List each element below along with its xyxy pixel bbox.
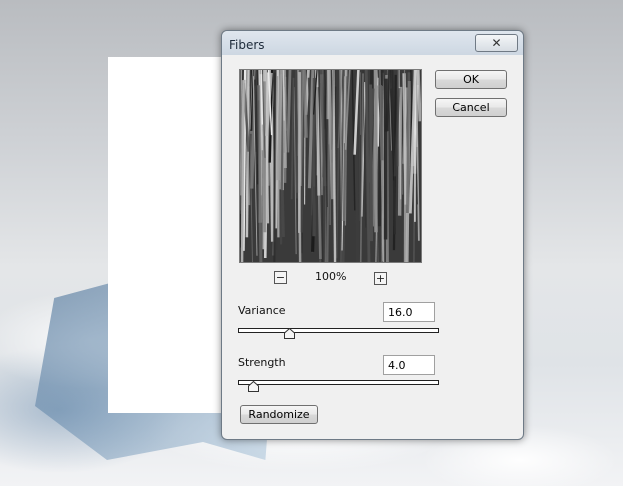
randomize-button[interactable]: Randomize <box>240 405 318 424</box>
fibers-preview[interactable] <box>239 69 422 263</box>
dialog-content: OK Cancel − 100% + Variance Strength Ran… <box>228 60 517 433</box>
strength-field[interactable] <box>383 355 435 375</box>
cancel-button[interactable]: Cancel <box>435 98 507 117</box>
variance-slider-track[interactable] <box>238 328 439 333</box>
strength-slider-thumb[interactable] <box>247 381 259 392</box>
zoom-level: 100% <box>315 270 347 283</box>
fibers-texture <box>240 70 421 262</box>
ok-button[interactable]: OK <box>435 70 507 89</box>
zoom-in-button[interactable]: + <box>374 272 387 285</box>
dialog-title: Fibers <box>229 38 265 52</box>
zoom-out-button[interactable]: − <box>274 271 287 284</box>
strength-slider-track[interactable] <box>238 380 439 385</box>
fibers-dialog: Fibers ✕ OK Cancel − 100% + Variance Str… <box>221 30 524 440</box>
title-bar[interactable]: Fibers ✕ <box>222 31 523 55</box>
strength-label: Strength <box>238 356 286 369</box>
minus-icon: − <box>275 271 286 284</box>
plus-icon: + <box>375 272 386 285</box>
variance-label: Variance <box>238 304 286 317</box>
variance-field[interactable] <box>383 302 435 322</box>
close-button[interactable]: ✕ <box>475 34 518 52</box>
document-canvas[interactable] <box>108 57 238 413</box>
variance-slider-thumb[interactable] <box>283 328 295 339</box>
close-icon: ✕ <box>491 36 502 50</box>
